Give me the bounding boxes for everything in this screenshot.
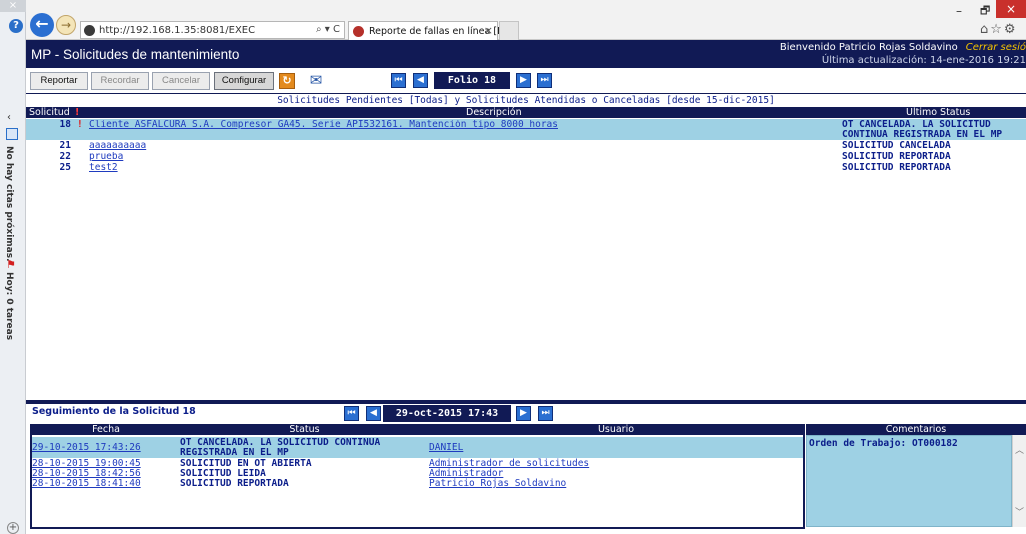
scroll-up-icon[interactable]: ︿ (1015, 443, 1024, 456)
mail-icon[interactable]: ✉ (306, 72, 326, 90)
forward-arrow-icon[interactable]: → (56, 15, 76, 35)
row-number: 18 (59, 119, 71, 130)
app-header: MP - Solicitudes de mantenimiento Bienve… (26, 40, 1026, 68)
first-folio-icon[interactable]: ⏮ (391, 73, 406, 88)
row-status: SOLICITUD REPORTADA (842, 162, 951, 173)
tasks-text: Hoy: 0 tareas (4, 272, 14, 341)
header-fecha: Fecha (32, 424, 180, 435)
tracking-user-link[interactable]: DANIEL (429, 443, 463, 453)
first-date-icon[interactable]: ⏮ (344, 406, 359, 421)
address-url: http://192.168.1.35:8081/EXEC (99, 25, 256, 36)
back-arrow-icon[interactable]: ← (30, 13, 54, 37)
tracking-date-link[interactable]: 29-10-2015 17:43:26 (32, 443, 141, 453)
welcome-user: Bienvenido Patricio Rojas Soldavino (779, 42, 958, 53)
list-caption: Solicitudes Pendientes [Todas] y Solicit… (277, 95, 775, 106)
header-status: Último Status (906, 107, 971, 118)
tracking-title: Seguimiento de la Solicitud 18 (32, 406, 196, 417)
left-sidebar: × ? ‹ No hay citas próximas. ⚑ Hoy: 0 ta… (0, 0, 26, 534)
table-row[interactable]: 25 test2 SOLICITUD REPORTADA (26, 163, 1026, 174)
comments-header: Comentarios (806, 424, 1026, 435)
prev-date-icon[interactable]: ◀ (366, 406, 381, 421)
maximize-icon[interactable]: 🗗 (980, 2, 990, 21)
row-description-link[interactable]: aaaaaaaaaa (89, 141, 829, 151)
tracking-row[interactable]: 28-10-2015 19:00:45 SOLICITUD EN OT ABIE… (32, 459, 803, 469)
refresh-icon[interactable]: ↻ (279, 73, 295, 89)
prev-folio-icon[interactable]: ◀ (413, 73, 428, 88)
tab-favicon-icon (353, 26, 364, 37)
requests-list: Solicitudes Pendientes [Todas] y Solicit… (26, 93, 1026, 404)
help-icon[interactable]: ? (9, 19, 23, 33)
header-description: Descripción (466, 107, 522, 118)
row-description-link[interactable]: test2 (89, 163, 829, 173)
row-number: 21 (59, 140, 71, 151)
row-number: 25 (59, 162, 71, 173)
sidebar-close-icon[interactable]: × (0, 0, 26, 12)
tracking-date-link[interactable]: 28-10-2015 18:41:40 (32, 479, 141, 489)
remind-button[interactable]: Recordar (91, 72, 149, 90)
minimize-icon[interactable]: – (956, 4, 962, 18)
search-refresh-icons[interactable]: ⌕ ▾ C (316, 24, 340, 35)
comments-box[interactable]: Orden de Trabajo: OT000182 (806, 435, 1012, 527)
report-button[interactable]: Reportar (30, 72, 88, 90)
last-folio-icon[interactable]: ⏭ (537, 73, 552, 88)
tracking-date-display: 29-oct-2015 17:43 (383, 405, 511, 422)
home-star-gear-icons[interactable]: ⌂☆⚙ (980, 22, 1018, 37)
tracking-row[interactable]: 28-10-2015 18:42:56 SOLICITUD LEIDA Admi… (32, 469, 803, 479)
collapse-arrow-icon[interactable]: ‹ (7, 112, 11, 123)
browser-toolbar: ← → http://192.168.1.35:8081/EXEC ⌕ ▾ C … (0, 0, 1026, 40)
tracking-row[interactable]: 29-10-2015 17:43:26 OT CANCELADA. LA SOL… (32, 437, 803, 458)
browser-tab[interactable]: Reporte de fallas en línea [P... × (348, 21, 510, 40)
header-usuario: Usuario (429, 424, 803, 435)
row-status: SOLICITUD REPORTADA (842, 151, 951, 162)
row-status: OT CANCELADA. LA SOLICITUD CONTINUA REGI… (842, 119, 1003, 140)
header-solicitud: Solicitud (29, 107, 70, 118)
agenda-text: No hay citas próximas. (4, 146, 14, 262)
folio-display: Folio 18 (434, 72, 510, 89)
logout-link[interactable]: Cerrar sesió (966, 42, 1026, 53)
app-window: ← → http://192.168.1.35:8081/EXEC ⌕ ▾ C … (0, 0, 1026, 534)
last-update-text: Última actualización: 14-ene-2016 19:21 (821, 55, 1026, 66)
address-bar[interactable]: http://192.168.1.35:8081/EXEC ⌕ ▾ C (80, 21, 345, 39)
table-row[interactable]: 18 ! Cliente ASFALCURA S.A. Compresor GA… (26, 119, 1026, 140)
comments-scrollbar[interactable]: ︿ ﹀ (1012, 435, 1026, 527)
cancel-button[interactable]: Cancelar (152, 72, 210, 90)
row-description-link[interactable]: Cliente ASFALCURA S.A. Compresor GA45. S… (89, 120, 829, 130)
tracking-user-link[interactable]: Patricio Rojas Soldavino (429, 479, 566, 489)
window-close-icon[interactable]: × (996, 0, 1026, 18)
section-divider[interactable] (26, 400, 1026, 404)
row-description-link[interactable]: prueba (89, 152, 829, 162)
list-header: Solicitud ! Descripción Último Status (26, 107, 1026, 118)
row-status: SOLICITUD CANCELADA (842, 140, 951, 151)
scroll-down-icon[interactable]: ﹀ (1015, 505, 1024, 518)
header-flag: ! (75, 107, 80, 118)
page-title: MP - Solicitudes de mantenimiento (31, 47, 240, 62)
new-tab-button[interactable] (499, 21, 519, 40)
calendar-icon (6, 128, 18, 140)
add-icon[interactable]: + (7, 522, 19, 534)
header-track-status: Status (180, 424, 429, 435)
tracking-status: OT CANCELADA. LA SOLICITUD CONTINUA REGI… (180, 437, 381, 458)
last-date-icon[interactable]: ⏭ (538, 406, 553, 421)
tracking-row[interactable]: 28-10-2015 18:41:40 SOLICITUD REPORTADA … (32, 479, 803, 489)
welcome-text: Bienvenido Patricio Rojas Soldavino Cerra… (780, 42, 1026, 53)
next-folio-icon[interactable]: ▶ (516, 73, 531, 88)
tab-close-icon[interactable]: × (484, 24, 493, 37)
row-number: 22 (59, 151, 71, 162)
row-flag: ! (77, 119, 83, 130)
tracking-status: SOLICITUD REPORTADA (180, 478, 289, 489)
site-favicon-icon (84, 25, 95, 36)
app-toolbar: Reportar Recordar Cancelar Configurar ↻ … (26, 68, 1026, 92)
configure-button[interactable]: Configurar (214, 72, 274, 90)
flag-icon: ⚑ (6, 258, 16, 271)
next-date-icon[interactable]: ▶ (516, 406, 531, 421)
